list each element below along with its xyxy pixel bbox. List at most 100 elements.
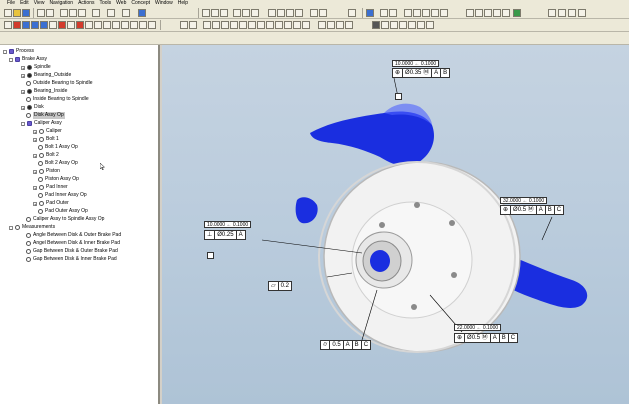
- paste-icon[interactable]: [78, 9, 86, 17]
- operation-icon[interactable]: [49, 21, 57, 29]
- light-icon[interactable]: [404, 9, 412, 17]
- cut-icon[interactable]: [60, 9, 68, 17]
- tolerance-label[interactable]: 10.0000 ← 0.1000: [204, 221, 252, 228]
- tree-node-measure-2[interactable]: Angel Between Disk & Inner Brake Pad: [26, 240, 120, 247]
- spindle-upper-arm[interactable]: [310, 111, 434, 167]
- caliper-body[interactable]: [295, 197, 318, 224]
- collapse-toggle[interactable]: -: [3, 49, 7, 54]
- redo-icon[interactable]: [46, 9, 54, 17]
- tolerance-label[interactable]: 32.0000 ← 0.1000: [500, 197, 548, 204]
- pick-icon[interactable]: [189, 21, 197, 29]
- tree-node-caliper[interactable]: + Caliper: [33, 128, 62, 135]
- gdt-flatness-icon[interactable]: [212, 21, 220, 29]
- feature-control-frame[interactable]: ⊕ Ø0.5 Ⓜ A B C: [500, 205, 565, 215]
- view-top-icon[interactable]: [277, 9, 285, 17]
- perspective-icon[interactable]: [431, 9, 439, 17]
- collapse-toggle[interactable]: -: [21, 121, 25, 126]
- dim-angle-icon[interactable]: [327, 21, 335, 29]
- expand-toggle[interactable]: +: [33, 137, 37, 142]
- gdt-symmetry-icon[interactable]: [302, 21, 310, 29]
- datum-icon[interactable]: [85, 21, 93, 29]
- hidden-line-icon[interactable]: [389, 9, 397, 17]
- menu-help[interactable]: Help: [178, 0, 188, 7]
- feature-control-frame[interactable]: ⊥ Ø0.25 A: [204, 230, 246, 240]
- part-icon[interactable]: [31, 21, 39, 29]
- collapse-toggle[interactable]: -: [9, 225, 13, 230]
- note-icon[interactable]: [502, 9, 510, 17]
- window-new-icon[interactable]: [568, 9, 576, 17]
- filter-icon[interactable]: [475, 9, 483, 17]
- expand-toggle[interactable]: +: [33, 185, 37, 190]
- copy-icon[interactable]: [69, 9, 77, 17]
- tree-node-pad-outer[interactable]: + Pad Outer: [33, 200, 69, 207]
- pan-icon[interactable]: [242, 9, 250, 17]
- tolerance-label[interactable]: 10.0000 ← 0.1000: [392, 60, 440, 67]
- gdt-angularity-icon[interactable]: [248, 21, 256, 29]
- new-icon[interactable]: [4, 9, 12, 17]
- background-icon[interactable]: [440, 9, 448, 17]
- gdt-parallel-icon[interactable]: [230, 21, 238, 29]
- window-close-icon[interactable]: [578, 9, 586, 17]
- report-icon[interactable]: [121, 21, 129, 29]
- menu-window[interactable]: Window: [155, 0, 173, 7]
- feature-control-frame[interactable]: ⊕ Ø0.5 Ⓜ A B C: [454, 333, 519, 343]
- feature-control-frame[interactable]: ⊕ Ø0.35 Ⓜ A B: [392, 68, 451, 78]
- tree-node-caliper-assy[interactable]: - Caliper Assy: [21, 120, 62, 127]
- window-cascade-icon[interactable]: [558, 9, 566, 17]
- gdt-profile-icon[interactable]: [221, 21, 229, 29]
- tree-node-measure-1[interactable]: Angle Between Disk & Outer Brake Pad: [26, 232, 121, 239]
- spindle-shaft[interactable]: [370, 250, 390, 272]
- menu-web[interactable]: Web: [116, 0, 126, 7]
- section-icon[interactable]: [319, 9, 327, 17]
- rotate-icon[interactable]: [233, 9, 241, 17]
- delete-icon[interactable]: [92, 9, 100, 17]
- tree-node-bearing-outside[interactable]: + Bearing_Outside: [21, 72, 71, 79]
- expand-toggle[interactable]: +: [21, 65, 25, 70]
- view-side-icon[interactable]: [286, 9, 294, 17]
- move-icon[interactable]: [94, 21, 102, 29]
- expand-toggle[interactable]: +: [33, 129, 37, 134]
- tree-node-piston[interactable]: + Piston: [33, 168, 60, 175]
- menu-edit[interactable]: Edit: [20, 0, 29, 7]
- hlm-icon[interactable]: [148, 21, 156, 29]
- expand-toggle[interactable]: +: [33, 169, 37, 174]
- run-icon[interactable]: [513, 9, 521, 17]
- menu-actions[interactable]: Actions: [78, 0, 94, 7]
- tree-node-piston-op[interactable]: Piston Assy Op: [38, 176, 79, 183]
- menu-file[interactable]: File: [7, 0, 15, 7]
- menu-tools[interactable]: Tools: [99, 0, 111, 7]
- simulate-icon[interactable]: [112, 21, 120, 29]
- menu-view[interactable]: View: [34, 0, 45, 7]
- dim-linear-icon[interactable]: [318, 21, 326, 29]
- gdt-position-icon[interactable]: [203, 21, 211, 29]
- tree-node-outside-bearing-op[interactable]: Outside Bearing to Spindle: [26, 80, 92, 87]
- tree-node-bolt-2-op[interactable]: Bolt 2 Assy Op: [38, 160, 78, 167]
- measure-point-icon[interactable]: [390, 21, 398, 29]
- measure-distance-icon[interactable]: [381, 21, 389, 29]
- measure-surface-icon[interactable]: [417, 21, 425, 29]
- gdt-perpendicular-icon[interactable]: [239, 21, 247, 29]
- menu-navigation[interactable]: Navigation: [49, 0, 73, 7]
- collapse-toggle[interactable]: -: [9, 57, 13, 62]
- find-icon[interactable]: [122, 9, 130, 17]
- assembly-icon[interactable]: [40, 21, 48, 29]
- tree-node-bearing-inside[interactable]: + Bearing_Inside: [21, 88, 67, 95]
- feature-icon[interactable]: [67, 21, 75, 29]
- shade-icon[interactable]: [366, 9, 374, 17]
- layer-icon[interactable]: [466, 9, 474, 17]
- help-icon[interactable]: [138, 9, 146, 17]
- expand-toggle[interactable]: +: [21, 73, 25, 78]
- wireframe-icon[interactable]: [380, 9, 388, 17]
- window-tile-icon[interactable]: [548, 9, 556, 17]
- feature-control-frame[interactable]: ▱ 0.2: [268, 281, 292, 291]
- tree-node-disk[interactable]: + Disk: [21, 104, 44, 111]
- measure-gap-icon[interactable]: [372, 21, 380, 29]
- fit-icon[interactable]: [251, 9, 259, 17]
- measure-edge-icon[interactable]: [408, 21, 416, 29]
- expand-toggle[interactable]: +: [33, 201, 37, 206]
- tree-node-caliper-to-spindle-op[interactable]: Caliper Assy to Spindle Assy Op: [26, 216, 104, 223]
- gdt-runout-icon[interactable]: [257, 21, 265, 29]
- feature-control-frame[interactable]: ⌭ 0.5 A B C: [320, 340, 372, 350]
- undo-icon[interactable]: [37, 9, 45, 17]
- analyze-icon[interactable]: [130, 21, 138, 29]
